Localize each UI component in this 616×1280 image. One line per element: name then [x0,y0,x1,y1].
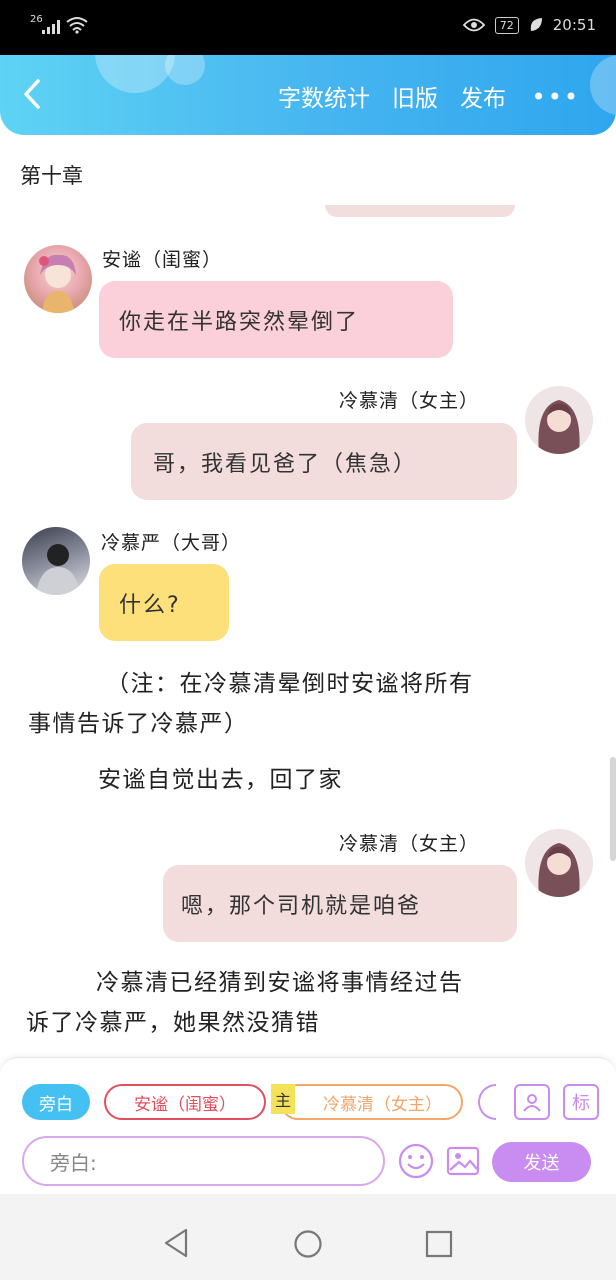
emoji-button[interactable] [397,1142,435,1180]
narration-line: 安谧自觉出去，回了家 [98,767,343,793]
app-header: 字数统计 旧版 发布 ••• [0,55,616,135]
battery-indicator: 72 [494,16,519,34]
smiley-icon [398,1143,434,1179]
narration-line: 诉了冷慕严，她果然没猜错 [26,1010,320,1036]
role-chip-friend[interactable]: 安谧（闺蜜） [104,1084,266,1120]
back-arrow-icon[interactable] [16,77,50,111]
person-icon [523,1094,541,1112]
more-menu-button[interactable]: ••• [532,83,580,111]
chat-bubble[interactable]: 嗯，那个司机就是咱爸 [163,865,517,942]
mark-button[interactable]: 标 [563,1084,599,1120]
chapter-title: 第十章 [20,164,83,188]
narration-line: （注：在冷慕清晕倒时安谧将所有 [106,671,474,697]
avatar-illustration [39,254,76,313]
header-decoration [590,55,616,115]
nav-recents-icon[interactable] [425,1230,453,1258]
partial-bubble [325,205,515,217]
main-role-badge: 主 [271,1084,295,1114]
message-input[interactable]: 旁白: [22,1136,385,1186]
signal-icon [42,20,60,34]
avatar-illustration [538,843,580,897]
image-button[interactable] [444,1142,482,1180]
scrollbar-thumb[interactable] [610,757,616,861]
speaker-name: 冷慕清（女主） [339,390,480,412]
header-decoration [165,55,205,85]
narration-block[interactable]: 安谧自觉出去，回了家 [28,760,588,800]
role-chip-partial[interactable] [478,1084,496,1120]
word-count-button[interactable]: 字数统计 [278,79,370,113]
avatar-illustration [538,400,580,454]
status-bar: 26 72 20:51 [0,0,616,55]
avatar-heroine[interactable] [525,829,593,897]
add-role-button[interactable] [514,1084,550,1120]
old-version-button[interactable]: 旧版 [392,79,438,113]
nav-home-icon[interactable] [293,1229,323,1259]
leaf-icon [530,18,542,31]
eye-comfort-icon [462,18,485,32]
narration-block[interactable]: 冷慕清已经猜到安谧将事情经过告 诉了冷慕严，她果然没猜错 [26,963,586,1043]
avatar-illustration [36,544,80,595]
speaker-name: 冷慕清（女主） [339,833,480,855]
narration-block[interactable]: （注：在冷慕清晕倒时安谧将所有 事情告诉了冷慕严） [28,664,588,744]
narration-line: 事情告诉了冷慕严） [28,711,249,737]
speaker-name: 冷慕严（大哥） [101,532,242,554]
avatar-heroine[interactable] [525,386,593,454]
status-right: 72 20:51 [462,16,596,34]
avatar-brother[interactable] [22,527,90,595]
chat-bubble[interactable]: 什么? [99,564,229,641]
send-button[interactable]: 发送 [492,1142,591,1182]
image-icon [446,1146,480,1176]
narration-line: 冷慕清已经猜到安谧将事情经过告 [96,970,464,996]
avatar-friend[interactable] [24,245,92,313]
network-type: 26 [30,14,43,25]
header-decoration [95,55,175,93]
chat-bubble[interactable]: 你走在半路突然晕倒了 [99,281,453,358]
wifi-icon [66,17,88,34]
composer-panel: 旁白 安谧（闺蜜） 冷慕清（女主） 主 标 旁白: 发送 [0,1057,616,1195]
chat-bubble[interactable]: 哥，我看见爸了（焦急） [131,423,517,500]
aside-chip[interactable]: 旁白 [22,1084,90,1120]
role-chip-heroine[interactable]: 冷慕清（女主） [280,1084,463,1120]
publish-button[interactable]: 发布 [460,79,506,113]
header-actions: 字数统计 旧版 发布 [278,79,506,113]
system-nav-bar [0,1194,616,1280]
clock: 20:51 [552,16,596,34]
speaker-name: 安谧（闺蜜） [102,249,223,271]
nav-back-icon[interactable] [162,1228,190,1258]
